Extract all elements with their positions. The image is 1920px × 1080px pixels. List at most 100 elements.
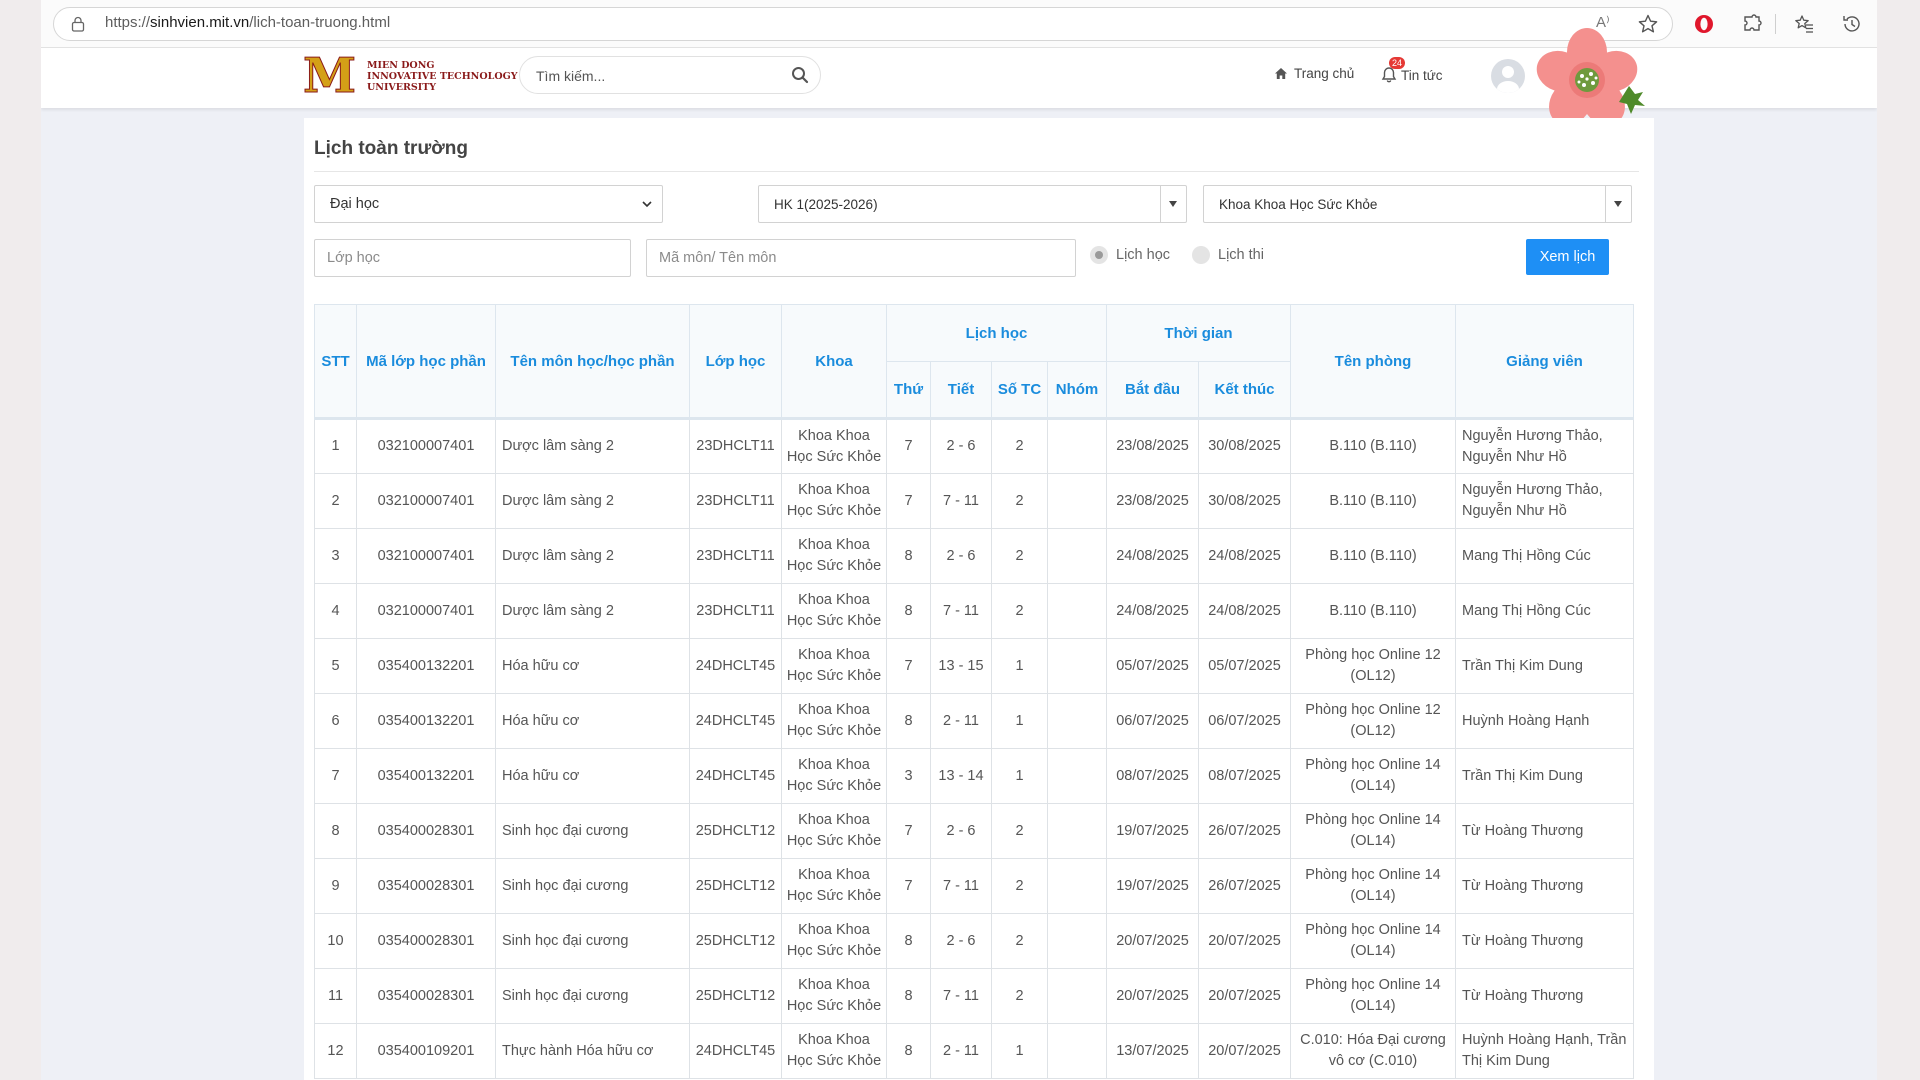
extensions-icon[interactable] (1741, 13, 1763, 35)
radio-schedule-label: Lịch học (1116, 247, 1171, 263)
university-logo[interactable]: M MIEN DONG INNOVATIVE TECHNOLOGY UNIVER… (302, 48, 517, 104)
faculty-select[interactable]: Khoa Khoa Học Sức Khỏe (1203, 185, 1632, 223)
row-bat-dau: 05/07/2025 (1106, 638, 1199, 694)
row-ket-thuc: 24/08/2025 (1198, 528, 1291, 584)
faculty-dropdown-toggle[interactable] (1605, 186, 1631, 222)
table-row[interactable]: 2 032100007401 Dược lâm sàng 2 23DHCLT11 Kho… (314, 473, 1634, 529)
row-ma-lop: 035400028301 (356, 858, 496, 914)
table-row[interactable]: 7 035400132201 Hóa hữu cơ 24DHCLT45 Khoa Kho… (314, 748, 1634, 804)
row-ten-phong: Phòng học Online 14 (OL14) (1290, 913, 1456, 969)
semester-select[interactable]: HK 1(2025-2026) (758, 185, 1187, 223)
row-ten-mon: Sinh học đại cương (495, 968, 690, 1024)
table-row[interactable]: 1 032100007401 Dược lâm sàng 2 23DHCLT11 Kho… (314, 418, 1634, 474)
row-nhom (1047, 803, 1107, 859)
nav-news-link[interactable]: 24 Tin tức (1381, 57, 1443, 84)
row-ma-lop: 035400028301 (356, 913, 496, 969)
row-stt: 2 (314, 473, 357, 529)
row-bat-dau: 20/07/2025 (1106, 968, 1199, 1024)
radio-schedule[interactable]: Lịch học (1090, 246, 1170, 264)
row-giang-vien: Huỳnh Hoàng Hạnh (1455, 693, 1634, 749)
header-nhom[interactable]: Nhóm (1047, 361, 1107, 419)
search-input[interactable]: Tìm kiếm... (519, 56, 821, 94)
row-ma-lop: 032100007401 (356, 418, 496, 474)
header-thu[interactable]: Thứ (886, 361, 931, 419)
semester-dropdown-toggle[interactable] (1160, 186, 1186, 222)
header-so-tc[interactable]: Số TC (991, 361, 1048, 419)
level-select[interactable]: Đại học (314, 185, 663, 223)
row-bat-dau: 24/08/2025 (1106, 583, 1199, 639)
opera-icon[interactable] (1693, 13, 1715, 35)
table-row[interactable]: 3 032100007401 Dược lâm sàng 2 23DHCLT11 Kho… (314, 528, 1634, 584)
row-nhom (1047, 693, 1107, 749)
row-thu: 8 (886, 913, 931, 969)
header-ma-lop[interactable]: Mã lớp học phần (356, 304, 496, 419)
row-stt: 9 (314, 858, 357, 914)
radio-exam[interactable]: Lịch thi (1192, 246, 1264, 264)
home-icon (1275, 68, 1287, 79)
row-giang-vien: Từ Hoàng Thương (1455, 803, 1634, 859)
row-lop-hoc: 25DHCLT12 (689, 968, 782, 1024)
header-tiet[interactable]: Tiết (930, 361, 992, 419)
row-thu: 3 (886, 748, 931, 804)
table-row[interactable]: 11 035400028301 Sinh học đại cương 25DHCLT1… (314, 968, 1634, 1024)
logo-text: MIEN DONG INNOVATIVE TECHNOLOGY UNIVERSI… (367, 60, 518, 93)
table-row[interactable]: 4 032100007401 Dược lâm sàng 2 23DHCLT11 Kho… (314, 583, 1634, 639)
header-ten-phong[interactable]: Tên phòng (1290, 304, 1456, 419)
favorites-icon[interactable] (1793, 13, 1815, 35)
table-row[interactable]: 12 035400109201 Thực hành Hóa hữu cơ 24DHCL… (314, 1023, 1634, 1079)
radio-exam-dot[interactable] (1192, 246, 1210, 264)
row-ma-lop: 032100007401 (356, 583, 496, 639)
header-giang-vien[interactable]: Giảng viên (1455, 304, 1634, 419)
row-ket-thuc: 24/08/2025 (1198, 583, 1291, 639)
row-ket-thuc: 26/07/2025 (1198, 858, 1291, 914)
row-lop-hoc: 23DHCLT11 (689, 418, 782, 474)
header-bat-dau[interactable]: Bắt đầu (1106, 361, 1199, 419)
table-row[interactable]: 5 035400132201 Hóa hữu cơ 24DHCLT45 Khoa Kho… (314, 638, 1634, 694)
header-ket-thuc[interactable]: Kết thúc (1198, 361, 1291, 419)
row-lop-hoc: 23DHCLT11 (689, 583, 782, 639)
row-stt: 6 (314, 693, 357, 749)
header-ten-mon[interactable]: Tên môn học/học phần (495, 304, 690, 419)
row-nhom (1047, 913, 1107, 969)
search-icon[interactable] (791, 66, 809, 84)
row-lop-hoc: 25DHCLT12 (689, 803, 782, 859)
row-ma-lop: 035400028301 (356, 803, 496, 859)
row-thu: 8 (886, 693, 931, 749)
row-so-tc: 1 (991, 748, 1048, 804)
row-tiet: 7 - 11 (930, 858, 992, 914)
table-row[interactable]: 9 035400028301 Sinh học đại cương 25DHCLT12… (314, 858, 1634, 914)
header-lop-hoc[interactable]: Lớp học (689, 304, 782, 419)
radio-exam-label: Lịch thi (1218, 247, 1264, 263)
row-ket-thuc: 30/08/2025 (1198, 473, 1291, 529)
row-lop-hoc: 24DHCLT45 (689, 638, 782, 694)
table-row[interactable]: 10 035400028301 Sinh học đại cương 25DHCLT1… (314, 913, 1634, 969)
url-text[interactable]: https://sinhvien.mit.vn/lich-toan-truong… (105, 14, 390, 31)
user-avatar[interactable] (1491, 59, 1525, 93)
history-icon[interactable] (1841, 13, 1863, 35)
row-so-tc: 1 (991, 638, 1048, 694)
row-so-tc: 2 (991, 583, 1048, 639)
row-nhom (1047, 638, 1107, 694)
logo-mark: M (302, 48, 357, 104)
nav-home-label: Trang chủ (1294, 66, 1355, 81)
lock-icon[interactable] (71, 16, 85, 32)
row-so-tc: 2 (991, 528, 1048, 584)
row-bat-dau: 20/07/2025 (1106, 913, 1199, 969)
row-ma-lop: 035400132201 (356, 748, 496, 804)
view-schedule-button[interactable]: Xem lịch (1526, 239, 1609, 275)
class-input[interactable]: Lớp học (314, 239, 631, 277)
row-stt: 7 (314, 748, 357, 804)
table-row[interactable]: 6 035400132201 Hóa hữu cơ 24DHCLT45 Khoa Kho… (314, 693, 1634, 749)
radio-schedule-dot[interactable] (1090, 246, 1108, 264)
course-input[interactable]: Mã môn/ Tên môn (646, 239, 1076, 277)
row-ten-phong: Phòng học Online 14 (OL14) (1290, 803, 1456, 859)
header-stt[interactable]: STT (314, 304, 357, 419)
row-nhom (1047, 418, 1107, 474)
row-lop-hoc: 25DHCLT12 (689, 913, 782, 969)
row-thu: 8 (886, 1023, 931, 1079)
nav-home-link[interactable]: Trang chủ (1274, 66, 1354, 81)
table-row[interactable]: 8 035400028301 Sinh học đại cương 25DHCLT12… (314, 803, 1634, 859)
row-giang-vien: Trần Thị Kim Dung (1455, 638, 1634, 694)
header-khoa[interactable]: Khoa (781, 304, 887, 419)
row-giang-vien: Mang Thị Hồng Cúc (1455, 583, 1634, 639)
